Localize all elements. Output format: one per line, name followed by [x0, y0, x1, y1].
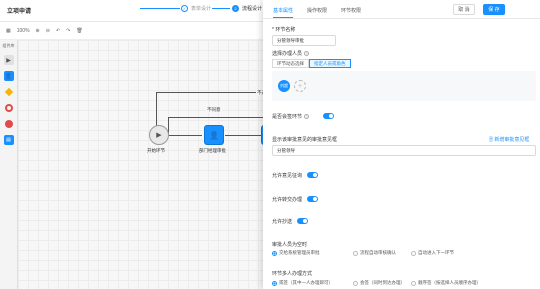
dept-node-label: 部门经理审批 — [199, 148, 226, 153]
step-check-icon: ✓ — [181, 5, 188, 12]
multi-option-or[interactable]: 或签（其中一人办理即可） — [272, 280, 333, 286]
help-icon[interactable]: ? — [304, 51, 310, 56]
assignee-avatar[interactable]: 刘超 — [278, 80, 290, 92]
zoom-in-icon[interactable]: ⊕ — [36, 28, 40, 34]
play-icon: ▶ — [156, 132, 162, 139]
flow-label: 不同意 — [206, 107, 222, 113]
document-icon: 🗎 — [489, 137, 494, 143]
help-icon[interactable]: ? — [304, 114, 310, 119]
step-connector — [212, 8, 230, 9]
step-flow-design[interactable]: 2 流程设计 — [232, 5, 262, 12]
palette-label: 组件库 — [2, 43, 15, 48]
step-label: 流程设计 — [242, 6, 263, 12]
empty-option-admin[interactable]: 交给系统管理员审批 — [272, 250, 320, 256]
user-task-tool-icon[interactable]: 👤 — [3, 71, 14, 81]
allow-consult-toggle[interactable] — [307, 172, 318, 178]
radio-icon — [353, 250, 358, 256]
opinion-box-label: 显示该审批意见的审批意见框 — [272, 137, 338, 143]
multi-option-sequential[interactable]: 顺序签（按选择人员顺序办理） — [411, 280, 481, 286]
stop-node-tool-icon[interactable] — [4, 119, 14, 129]
empty-option-next-node[interactable]: 自动进入下一环节 — [411, 250, 454, 256]
allow-transfer-label: 允许转交办理 — [272, 197, 303, 203]
option-label: 顺序签（按选择人员顺序办理） — [418, 280, 481, 285]
radio-icon — [411, 250, 416, 256]
step-form-design[interactable]: ✓ 表单设计 — [181, 5, 211, 12]
option-label: 自动进入下一环节 — [418, 250, 454, 255]
flow-connector — [168, 117, 268, 118]
user-icon: 👤 — [209, 130, 219, 140]
header-bar: 立项申请 ✓ 表单设计 2 流程设计 — [0, 0, 270, 22]
radio-icon — [353, 280, 358, 286]
add-opinion-link[interactable]: 🗎 新增审批意见框 — [489, 136, 529, 145]
subprocess-tool-icon[interactable]: ▤ — [3, 135, 14, 145]
tab-dynamic-select[interactable]: 环节动态选择 — [272, 59, 309, 68]
gateway-tool-icon[interactable] — [4, 87, 14, 97]
multi-option-and[interactable]: 会签（同时到达办理） — [353, 280, 405, 286]
assignee-label: 选择办理人员? — [272, 51, 310, 57]
radio-icon — [272, 280, 277, 286]
countersign-label: 是否会签环节? — [272, 114, 310, 120]
end-node-tool-icon[interactable] — [4, 103, 14, 113]
assignee-list: 刘超 + — [272, 71, 536, 101]
start-node-tool-icon[interactable]: ▶ — [3, 55, 14, 65]
empty-approver-label: 审批人员为空时 — [272, 242, 308, 248]
divider — [263, 18, 540, 19]
option-label: 或签（其中一人办理即可） — [279, 280, 333, 285]
tab-node-permission[interactable]: 环节权限 — [341, 0, 361, 18]
node-name-label: * 环节名称 — [272, 27, 296, 33]
allow-cc-toggle[interactable] — [297, 218, 308, 224]
multi-handling-label: 环节多人办理方式 — [272, 271, 313, 277]
tab-specified-person[interactable]: 指定人员或角色 — [309, 59, 351, 68]
step-number: 2 — [232, 5, 239, 12]
flow-connector — [156, 92, 266, 93]
step-connector — [140, 8, 180, 9]
allow-cc-label: 允许抄送 — [272, 219, 293, 225]
panel-tabs: 基本属性 操作权限 环节权限 — [273, 0, 361, 18]
save-button[interactable]: 保 存 — [483, 4, 505, 15]
redo-icon[interactable]: ↷ — [66, 28, 70, 34]
undo-icon[interactable]: ↶ — [56, 28, 60, 34]
allow-transfer-toggle[interactable] — [307, 196, 318, 202]
add-assignee-icon[interactable]: + — [294, 80, 306, 92]
properties-panel: 基本属性 操作权限 环节权限 取 消 保 存 * 环节名称 分管领导审批 选择办… — [263, 0, 540, 289]
opinion-select[interactable]: 分管领导 — [272, 145, 536, 156]
delete-icon[interactable]: 🗑 — [76, 28, 82, 34]
grid-icon[interactable]: ▦ — [6, 28, 11, 34]
zoom-level[interactable]: 100% — [17, 28, 30, 34]
tab-basic[interactable]: 基本属性 — [273, 0, 294, 18]
allow-consult-label: 允许意见征询 — [272, 173, 303, 179]
option-label: 流程自动审核确认 — [360, 250, 396, 255]
radio-icon — [411, 280, 416, 286]
option-label: 交给系统管理员审批 — [279, 250, 320, 255]
countersign-toggle[interactable] — [323, 113, 334, 119]
assignee-mode-toggle: 环节动态选择 指定人员或角色 — [272, 59, 351, 68]
node-name-input[interactable]: 分管领导审批 — [272, 35, 336, 46]
canvas-toolbar: ▦ 100% ⊕ ⊖ ↶ ↷ 🗑 — [0, 22, 270, 40]
zoom-out-icon[interactable]: ⊖ — [46, 28, 50, 34]
dept-manager-node[interactable]: 👤 — [204, 125, 224, 145]
radio-icon — [272, 250, 277, 256]
tab-operation[interactable]: 操作权限 — [307, 0, 327, 18]
cancel-button[interactable]: 取 消 — [453, 4, 475, 15]
flow-connector — [169, 135, 202, 136]
start-node-label: 开始环节 — [147, 148, 165, 153]
option-label: 会签（同时到达办理） — [360, 280, 405, 285]
opinion-select-value: 分管领导 — [277, 147, 295, 153]
step-label: 表单设计 — [191, 6, 212, 12]
empty-option-auto-confirm[interactable]: 流程自动审核确认 — [353, 250, 396, 256]
start-node[interactable]: ▶ — [149, 125, 169, 145]
flow-canvas[interactable]: 不通 不同意 ▶ 开始环节 👤 部门经理审批 — [18, 40, 270, 289]
component-palette: 组件库 ▶ 👤 ▤ — [0, 40, 18, 289]
app-title: 立项申请 — [7, 9, 32, 15]
